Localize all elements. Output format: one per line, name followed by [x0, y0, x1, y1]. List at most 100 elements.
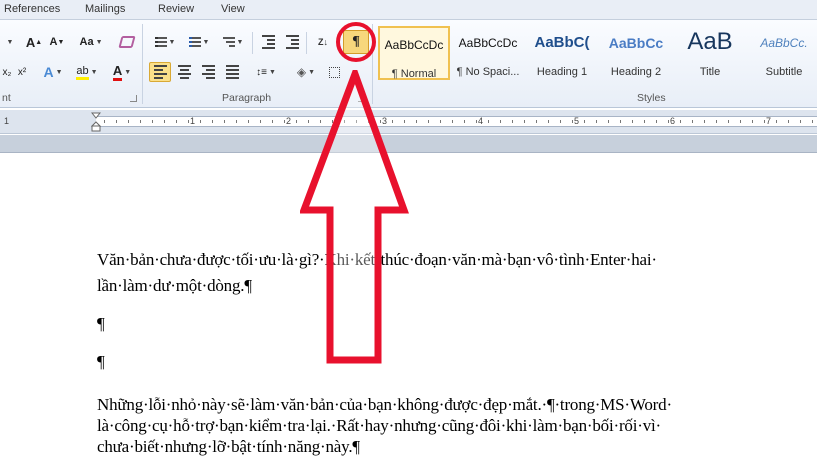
eraser-icon [118, 36, 136, 48]
ribbon-tabs: References Mailings Review View [0, 0, 817, 20]
paragraph-group-label: Paragraph [222, 92, 272, 104]
pilcrow-line[interactable]: ¶ [97, 351, 105, 373]
sort-icon: Z↓ [318, 37, 328, 47]
tab-references[interactable]: References [4, 3, 60, 15]
shrink-font-button[interactable]: A ▼ [48, 32, 66, 52]
text-line[interactable]: lần·làm·dư·một·dòng.¶ [97, 275, 252, 297]
numbering-button[interactable]: ▼ [184, 32, 214, 52]
style-name: Title [699, 66, 721, 78]
tab-review[interactable]: Review [158, 3, 194, 15]
sort-button[interactable]: Z↓ [312, 32, 334, 52]
ruler-tick [608, 120, 609, 123]
chevron-down-icon: ▼ [202, 38, 210, 46]
ruler-tick [128, 120, 129, 123]
line-spacing-button[interactable]: ↕≡ ▼ [252, 62, 280, 82]
grow-font-button[interactable]: A ▲ [24, 32, 44, 52]
ruler-tick [440, 120, 441, 123]
style-subtitle[interactable]: AaBbCc. Subtitle [748, 26, 817, 80]
style-heading-2[interactable]: AaBbCc Heading 2 [600, 26, 672, 80]
ruler-number: 1 [190, 116, 196, 126]
ruler-tick [428, 120, 429, 123]
ruler-number: 4 [478, 116, 484, 126]
decrease-indent-button[interactable] [258, 32, 278, 52]
ruler-tick [536, 120, 537, 123]
shrink-arrow-icon: ▼ [57, 38, 65, 46]
numbered-list-icon [188, 37, 201, 47]
style-sample: AaBbCc [608, 35, 664, 51]
ruler-tick [164, 120, 165, 123]
ruler-tick [212, 120, 213, 123]
style-name: Subtitle [765, 66, 803, 78]
ruler-tick [464, 120, 465, 123]
indent-marker-icon[interactable] [91, 112, 101, 132]
clear-formatting-button[interactable] [116, 32, 138, 52]
chevron-down-icon: ▼ [168, 38, 176, 46]
align-center-icon [177, 65, 191, 79]
ruler-text-area [96, 116, 817, 127]
ruler-tick [812, 120, 813, 123]
ruler-tick [224, 120, 225, 123]
pilcrow-line[interactable]: ¶ [97, 313, 105, 335]
style-sample: AaB [687, 28, 733, 55]
chevron-down-icon: ▼ [95, 38, 103, 46]
text-line[interactable]: Những·lỗi·nhỏ·này·sẽ·làm·văn·bản·của·bạn… [97, 394, 672, 416]
bullet-list-icon [154, 37, 167, 47]
highlight-circle [336, 22, 376, 62]
ruler-tick [236, 120, 237, 123]
align-left-button[interactable] [149, 62, 171, 82]
ruler-number: 7 [766, 116, 772, 126]
style-no-spacing[interactable]: AaBbCcDc ¶ No Spaci... [452, 26, 524, 80]
ruler-tick [716, 120, 717, 123]
ruler-tick [764, 120, 765, 123]
text-line[interactable]: là·công·cụ·hỗ·trợ·bạn·kiểm·tra·lại.·Rất·… [97, 415, 661, 437]
ruler-tick [140, 120, 141, 123]
ruler-tick [632, 120, 633, 123]
ruler-tick [272, 120, 273, 123]
align-center-button[interactable] [173, 62, 195, 82]
ruler-tick [752, 120, 753, 123]
ruler-tick [296, 120, 297, 123]
chevron-down-icon: ▼ [55, 68, 63, 76]
style-title[interactable]: AaB Title [674, 26, 746, 80]
style-name: Heading 2 [610, 66, 662, 78]
change-case-button[interactable]: Aa ▼ [76, 32, 106, 52]
subscript-button[interactable]: x₂ [0, 62, 14, 82]
ruler-tick [776, 120, 777, 123]
superscript-button[interactable]: x² [14, 62, 30, 82]
align-left-icon [153, 65, 167, 79]
ruler-tick [188, 120, 189, 123]
text-effects-button[interactable]: A ▼ [40, 62, 66, 82]
ruler-tick [560, 120, 561, 123]
styles-gallery: AaBbCcDc ¶ Normal AaBbCcDc ¶ No Spaci...… [376, 24, 816, 82]
ruler-tick [620, 120, 621, 123]
chevron-down-icon: ▼ [268, 68, 276, 76]
ruler-number: 6 [670, 116, 676, 126]
font-group-label: nt [2, 92, 11, 104]
group-separator [142, 24, 143, 104]
bullets-button[interactable]: ▼ [150, 32, 180, 52]
separator [252, 32, 253, 54]
ruler-tick [260, 120, 261, 123]
highlight-color-button[interactable]: ab ▼ [72, 62, 102, 82]
ruler-tick [284, 120, 285, 123]
justify-button[interactable] [221, 62, 243, 82]
ruler-tick [116, 120, 117, 123]
text-line[interactable]: chưa·biết·nhưng·lỡ·bật·tính·năng·này.¶ [97, 436, 360, 458]
ruler-tick [476, 120, 477, 123]
ruler-tick [104, 120, 105, 123]
chevron-down-icon: ▼ [90, 68, 98, 76]
style-name: Heading 1 [536, 66, 588, 78]
multilevel-list-button[interactable]: ▼ [218, 32, 248, 52]
line-spacing-icon: ↕≡ [256, 66, 267, 78]
font-color-button[interactable]: A ▼ [108, 62, 136, 82]
font-dialog-launcher[interactable] [130, 95, 137, 102]
chevron-down-icon: ▼ [124, 68, 132, 76]
align-right-button[interactable] [197, 62, 219, 82]
font-size-dropdown[interactable]: ▼ [0, 32, 18, 52]
increase-indent-button[interactable] [282, 32, 302, 52]
ruler-tick [152, 120, 153, 123]
tab-mailings[interactable]: Mailings [85, 3, 125, 15]
tab-view[interactable]: View [221, 3, 245, 15]
subscript-icon: x₂ [2, 66, 12, 78]
style-heading-1[interactable]: AaBbC( Heading 1 [526, 26, 598, 80]
